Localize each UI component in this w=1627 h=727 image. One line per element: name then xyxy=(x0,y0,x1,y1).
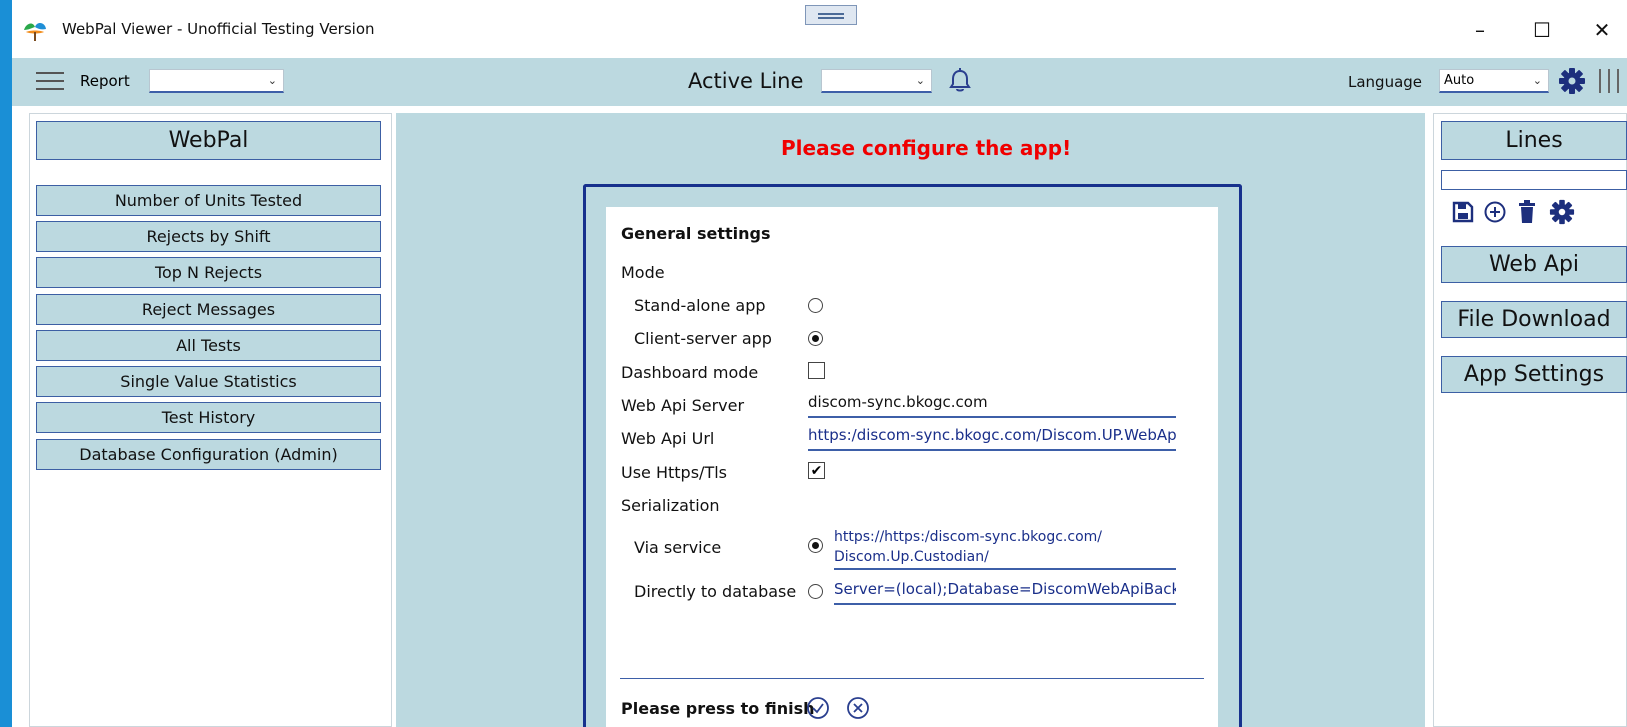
configure-warning: Please configure the app! xyxy=(781,136,1072,160)
line-settings-gear-icon[interactable] xyxy=(1549,199,1575,225)
menu-item-test-history[interactable]: Test History xyxy=(36,402,381,433)
finish-label: Please press to finish xyxy=(621,699,815,718)
minimize-button[interactable]: – xyxy=(1458,14,1502,46)
via-service-radio[interactable] xyxy=(808,538,823,553)
desktop-edge xyxy=(0,0,12,727)
settings-gear-icon[interactable] xyxy=(1558,67,1586,95)
use-https-checkbox[interactable]: ✔ xyxy=(808,462,825,479)
language-select-value: Auto xyxy=(1444,73,1475,88)
general-settings-title: General settings xyxy=(621,224,771,243)
web-api-server-label: Web Api Server xyxy=(621,396,745,415)
menu-item-top-n-rejects[interactable]: Top N Rejects xyxy=(36,257,381,288)
mode-label: Mode xyxy=(621,263,665,282)
chevron-down-icon: ⌄ xyxy=(915,74,925,87)
web-api-server-field[interactable]: discom-sync.bkogc.com xyxy=(808,393,1176,418)
direct-db-radio[interactable] xyxy=(808,584,823,599)
use-https-label: Use Https/Tls xyxy=(621,463,727,482)
panel-toggle-icon[interactable] xyxy=(1597,67,1623,95)
app-logo-icon xyxy=(24,23,46,41)
menu-item-units-tested[interactable]: Number of Units Tested xyxy=(36,185,381,216)
file-download-button[interactable]: File Download xyxy=(1441,301,1627,338)
maximize-button[interactable]: ☐ xyxy=(1520,14,1564,46)
web-api-url-field[interactable]: https:/discom-sync.bkogc.com/Discom.UP.W… xyxy=(808,426,1176,451)
report-label: Report xyxy=(80,72,130,90)
window-title: WebPal Viewer - Unofficial Testing Versi… xyxy=(62,20,375,38)
dashboard-label: Dashboard mode xyxy=(621,363,759,382)
language-select[interactable]: Auto ⌄ xyxy=(1439,69,1549,93)
drag-handle-icon[interactable] xyxy=(805,5,857,25)
active-line-select[interactable]: ⌄ xyxy=(821,69,932,93)
dashboard-checkbox[interactable] xyxy=(808,362,825,379)
webpal-header-button[interactable]: WebPal xyxy=(36,121,381,160)
connection-string-field[interactable]: Server=(local);Database=DiscomWebApiBack… xyxy=(834,580,1176,605)
via-service-url-field[interactable]: https://https:/discom-sync.bkogc.com/ Di… xyxy=(834,527,1176,570)
close-button[interactable]: ✕ xyxy=(1580,14,1624,46)
confirm-check-icon[interactable] xyxy=(806,696,830,720)
active-line-label: Active Line xyxy=(688,69,804,93)
menu-item-single-value-statistics[interactable]: Single Value Statistics xyxy=(36,366,381,397)
standalone-radio[interactable] xyxy=(808,298,823,313)
lines-input[interactable] xyxy=(1441,170,1627,190)
bell-icon[interactable] xyxy=(948,68,972,94)
menu-item-rejects-by-shift[interactable]: Rejects by Shift xyxy=(36,221,381,252)
language-label: Language xyxy=(1348,73,1423,91)
menu-item-all-tests[interactable]: All Tests xyxy=(36,330,381,361)
delete-trash-icon[interactable] xyxy=(1517,200,1537,224)
chevron-down-icon: ⌄ xyxy=(1532,74,1542,87)
menu-item-database-configuration[interactable]: Database Configuration (Admin) xyxy=(36,439,381,470)
via-service-label: Via service xyxy=(634,538,722,557)
client-server-radio[interactable] xyxy=(808,331,823,346)
form-divider xyxy=(620,678,1204,679)
lines-header-button[interactable]: Lines xyxy=(1441,121,1627,160)
standalone-label: Stand-alone app xyxy=(634,296,766,315)
hamburger-menu-icon[interactable] xyxy=(36,70,64,92)
client-server-label: Client-server app xyxy=(634,329,772,348)
direct-db-label: Directly to database xyxy=(634,582,797,601)
report-select[interactable]: ⌄ xyxy=(149,69,284,93)
cancel-x-icon[interactable] xyxy=(846,696,870,720)
web-api-button[interactable]: Web Api xyxy=(1441,246,1627,283)
menu-item-reject-messages[interactable]: Reject Messages xyxy=(36,294,381,325)
chevron-down-icon: ⌄ xyxy=(267,74,277,87)
checkmark-icon: ✔ xyxy=(810,462,823,479)
serialization-label: Serialization xyxy=(621,496,720,515)
web-api-url-label: Web Api Url xyxy=(621,429,715,448)
save-icon[interactable] xyxy=(1451,200,1475,224)
app-settings-button[interactable]: App Settings xyxy=(1441,356,1627,393)
add-circle-icon[interactable] xyxy=(1483,200,1507,224)
